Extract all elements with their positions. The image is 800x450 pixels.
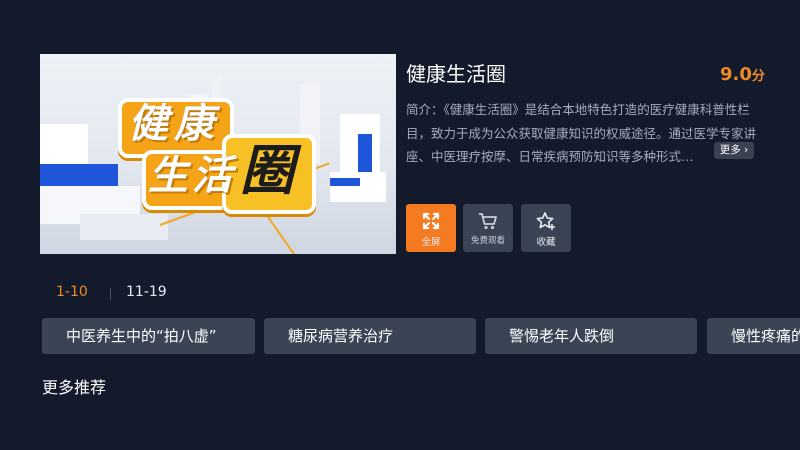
description-line: 座、中医理疗按摩、日常疾病预防知识等多种形式… [406, 149, 694, 164]
show-poster: 健 康 生 活 圈 [40, 54, 396, 254]
favorite-label: 收藏 [536, 237, 556, 248]
fullscreen-icon [422, 212, 440, 230]
episode-chip[interactable]: 警惕老年人跌倒 [485, 318, 697, 354]
episode-title: 警惕老年人跌倒 [509, 327, 615, 345]
logo-char: 健 [128, 101, 168, 147]
range-divider [110, 288, 111, 300]
fullscreen-button[interactable]: 全屏 [406, 204, 456, 252]
description-line: 目，致力于成为公众获取健康知识的权威途径。通过医学专家讲 [406, 125, 756, 141]
episode-title: 糖尿病营养治疗 [288, 327, 394, 345]
more-label: 更多 [719, 144, 741, 156]
more-description-button[interactable]: 更多 › [714, 142, 754, 159]
star-plus-icon [536, 212, 555, 230]
logo-char: 圈 [240, 139, 294, 202]
score-value: 9.0 [720, 64, 752, 85]
description-line: 简介：《健康生活圈》是结合本地特色打造的医疗健康科普性栏 [406, 102, 750, 117]
poster-logo: 健 康 生 活 圈 [118, 92, 316, 214]
show-score: 9.0分 [720, 64, 765, 85]
show-title: 健康生活圈 [406, 62, 506, 86]
logo-char: 生 [148, 153, 188, 199]
episode-title: 慢性疼痛的 [731, 327, 800, 345]
episode-chip[interactable]: 中医养生中的“拍八虚” [42, 318, 255, 354]
free-watch-button[interactable]: 免费观看 [463, 204, 513, 252]
favorite-button[interactable]: 收藏 [521, 204, 571, 252]
score-unit: 分 [751, 69, 765, 84]
episode-title: 中医养生中的“拍八虚” [66, 327, 217, 345]
episode-range-11-19[interactable]: 11-19 [126, 284, 167, 300]
episode-chip[interactable]: 慢性疼痛的 [707, 318, 800, 354]
logo-char: 康 [174, 101, 214, 147]
cart-icon [479, 213, 497, 230]
free-watch-label: 免费观看 [470, 236, 505, 246]
fullscreen-label: 全屏 [421, 237, 441, 248]
more-recommendations-title: 更多推荐 [42, 378, 107, 397]
show-description: 简介：《健康生活圈》是结合本地特色打造的医疗健康科普性栏 目，致力于成为公众获取… [406, 98, 756, 169]
chevron-right-icon: › [740, 144, 749, 156]
logo-char: 活 [192, 153, 232, 199]
episode-range-1-10[interactable]: 1-10 [56, 284, 88, 300]
episode-chip[interactable]: 糖尿病营养治疗 [264, 318, 476, 354]
